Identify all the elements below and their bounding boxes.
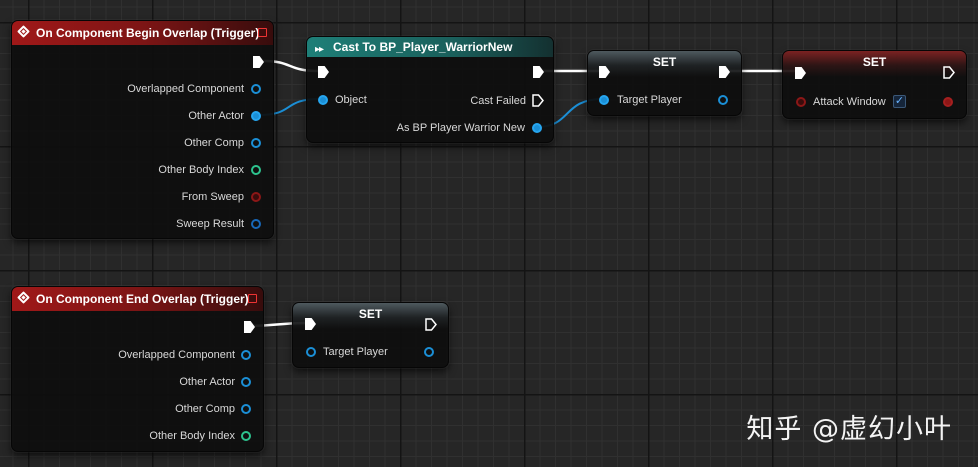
other-comp-pin[interactable] <box>241 404 251 414</box>
cast-to-player-node[interactable]: ▸▸ Cast To BP_Player_WarriorNew Object C… <box>306 36 554 143</box>
pin-label: Other Comp <box>184 137 244 149</box>
target-player-output-pin[interactable] <box>424 347 434 357</box>
begin-overlap-event-node[interactable]: On Component Begin Overlap (Trigger) Ove… <box>11 20 274 239</box>
target-player-input-pin[interactable] <box>599 95 609 105</box>
end-overlap-event-node[interactable]: On Component End Overlap (Trigger) Overl… <box>11 286 264 452</box>
set-header[interactable]: SET <box>588 51 741 77</box>
object-pin-label: Object <box>335 94 367 106</box>
pin-label: Other Body Index <box>158 164 244 176</box>
watermark: 知乎 @虚幻小叶 <box>746 414 952 445</box>
sweep-result-pin[interactable] <box>251 219 261 229</box>
other-comp-pin[interactable] <box>251 138 261 148</box>
overlapped-component-pin[interactable] <box>241 350 251 360</box>
pin-label: Sweep Result <box>176 218 244 230</box>
pin-label: Overlapped Component <box>118 349 235 361</box>
exec-output-pin[interactable] <box>253 56 264 68</box>
exec-output-pin[interactable] <box>425 318 437 331</box>
cast-failed-label: Cast Failed <box>470 95 526 107</box>
as-player-label: As BP Player Warrior New <box>396 122 525 134</box>
attack-window-output-pin[interactable] <box>943 97 953 107</box>
set-target-player-node-2[interactable]: SET Target Player <box>292 302 449 368</box>
pin-label: Other Comp <box>175 403 235 415</box>
other-body-index-pin[interactable] <box>241 431 251 441</box>
overlapped-component-pin[interactable] <box>251 84 261 94</box>
close-icon[interactable] <box>248 294 257 303</box>
event-diamond-icon <box>17 291 30 304</box>
attack-window-input-pin[interactable] <box>796 97 806 107</box>
target-player-input-pin[interactable] <box>306 347 316 357</box>
begin-overlap-title: On Component Begin Overlap (Trigger) <box>36 26 260 40</box>
pin-label: Other Actor <box>179 376 235 388</box>
pin-label: Other Actor <box>188 110 244 122</box>
other-body-index-pin[interactable] <box>251 165 261 175</box>
pin-label: From Sweep <box>181 191 244 203</box>
other-actor-pin[interactable] <box>241 377 251 387</box>
as-player-output-pin[interactable] <box>532 123 542 133</box>
cast-title: Cast To BP_Player_WarriorNew <box>333 40 513 54</box>
end-overlap-title: On Component End Overlap (Trigger) <box>36 292 249 306</box>
exec-output-pin[interactable] <box>533 66 544 78</box>
object-input-pin[interactable] <box>318 95 328 105</box>
pin-label: Other Body Index <box>149 430 235 442</box>
close-icon[interactable] <box>258 28 267 37</box>
exec-output-pin[interactable] <box>943 66 955 79</box>
cast-failed-exec-pin[interactable] <box>532 94 544 107</box>
set-attack-window-node[interactable]: SET Attack Window ✓ <box>782 50 967 119</box>
exec-input-pin[interactable] <box>318 66 329 78</box>
attack-window-checkbox[interactable]: ✓ <box>893 95 906 108</box>
event-diamond-icon <box>17 25 30 38</box>
check-icon: ✓ <box>894 95 905 107</box>
end-overlap-header[interactable]: On Component End Overlap (Trigger) <box>12 287 263 311</box>
from-sweep-pin[interactable] <box>251 192 261 202</box>
set-header[interactable]: SET <box>783 51 966 77</box>
begin-overlap-header[interactable]: On Component Begin Overlap (Trigger) <box>12 21 273 45</box>
attack-window-label: Attack Window <box>813 96 886 108</box>
target-player-label: Target Player <box>617 94 682 106</box>
target-player-output-pin[interactable] <box>718 95 728 105</box>
exec-output-pin[interactable] <box>244 321 255 333</box>
target-player-label: Target Player <box>323 346 388 358</box>
cast-arrow-icon: ▸▸ <box>315 44 324 55</box>
pin-label: Overlapped Component <box>127 83 244 95</box>
set-target-player-node[interactable]: SET Target Player <box>587 50 742 116</box>
other-actor-pin[interactable] <box>251 111 261 121</box>
cast-header[interactable]: ▸▸ Cast To BP_Player_WarriorNew <box>307 37 553 57</box>
